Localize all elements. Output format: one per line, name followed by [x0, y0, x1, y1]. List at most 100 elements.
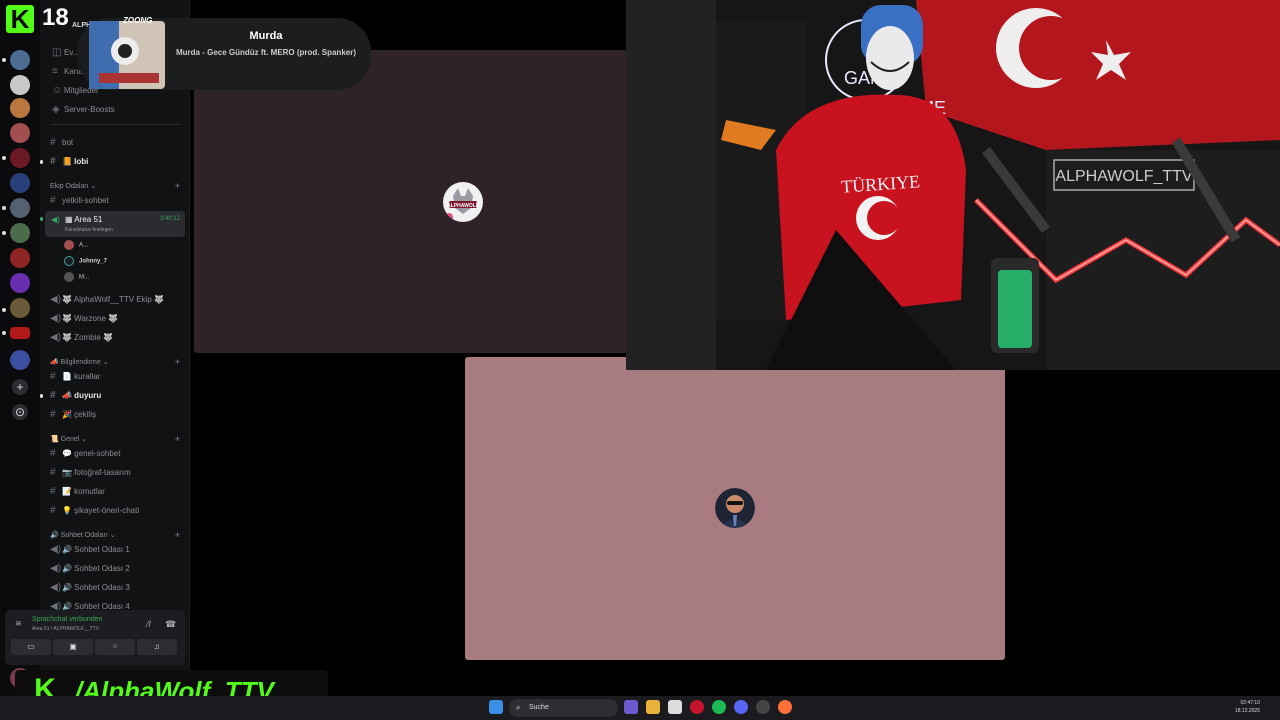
avatar: [64, 240, 74, 250]
voice-user[interactable]: A...: [64, 240, 88, 250]
spotify-icon[interactable]: [712, 700, 726, 714]
add-channel-icon[interactable]: +: [175, 434, 180, 444]
channel-duyuru[interactable]: # 📣 duyuru: [50, 388, 190, 404]
unread-dot: [2, 331, 6, 335]
firefox-icon[interactable]: [778, 700, 792, 714]
channel-yetkili[interactable]: # yetkili-sohbet: [50, 193, 190, 209]
opera-icon[interactable]: [690, 700, 704, 714]
channel-bot[interactable]: # bot: [50, 135, 190, 151]
avatar: [64, 272, 74, 282]
boost-icon: ◈: [52, 104, 60, 115]
soundboard-button[interactable]: ♫: [137, 639, 177, 655]
members-icon: ☺: [52, 85, 63, 96]
category-ekip[interactable]: Ekip Odaları ⌄ +: [50, 181, 180, 191]
channel-komutlar[interactable]: # 📝 komutlar: [50, 484, 190, 500]
channel-lobi[interactable]: # 📙 lobi: [50, 154, 190, 170]
server-icon[interactable]: [10, 198, 30, 218]
kick-logo-icon: K: [6, 5, 34, 33]
voice-channel[interactable]: ◀)🔊 Sohbet Odası 1: [50, 542, 190, 558]
voice-channel[interactable]: ◀)🔊 Sohbet Odası 2: [50, 561, 190, 577]
teams-icon[interactable]: [624, 700, 638, 714]
active-voice-channel[interactable]: ◀) ▦ Area 51 3:40:12 Kanalstatus festleg…: [45, 211, 185, 237]
divider: [50, 124, 180, 125]
webcam-feed: ALPHAWOLF_TTV GAME IME TÜRKIYE: [626, 0, 1280, 370]
category-sohbet[interactable]: 🔊 Sohbet Odaları ⌄ +: [50, 530, 180, 540]
server-icon[interactable]: [10, 75, 30, 95]
explorer-icon[interactable]: [646, 700, 660, 714]
disconnect-icon[interactable]: ☎: [165, 619, 176, 630]
server-icon[interactable]: [10, 350, 30, 370]
discover-icon[interactable]: ⊙: [12, 404, 28, 420]
server-icon[interactable]: [10, 173, 30, 193]
channel-status[interactable]: Kanalstatus festlegen: [65, 227, 113, 233]
participant-avatar: ALPHAWOLF: [443, 182, 483, 222]
server-icon[interactable]: [10, 273, 30, 293]
channel-area51: ▦ Area 51: [65, 215, 103, 224]
age-badge: 18: [42, 4, 69, 31]
unread-dot: [40, 217, 43, 221]
noise-suppression-icon[interactable]: ⁄/: [147, 619, 151, 629]
list-icon: ≡: [52, 66, 58, 77]
search-icon: ⌕: [516, 703, 521, 712]
unread-dot: [2, 156, 6, 160]
server-icon[interactable]: [10, 248, 30, 268]
windows-start-icon[interactable]: [489, 700, 503, 714]
voice-status[interactable]: Sprachchat verbunden: [32, 616, 102, 623]
server-icon[interactable]: [10, 327, 30, 339]
server-icon[interactable]: [10, 148, 30, 168]
server-rail: + ⊙: [0, 0, 40, 696]
voice-channel[interactable]: ◀)🐺 Zombie 🐺: [50, 330, 190, 346]
channel-fotograf[interactable]: # 📷 fotoğraf-tasarım: [50, 465, 190, 481]
cover-text: ZOONG: [122, 16, 152, 25]
obs-icon[interactable]: [756, 700, 770, 714]
category-bilgi[interactable]: 📣 Bilgilendirme ⌄ +: [50, 357, 180, 367]
server-icon[interactable]: [10, 50, 30, 70]
unread-dot: [2, 206, 6, 210]
calendar-icon: ◫: [52, 47, 62, 58]
taskbar: [0, 696, 1280, 720]
voice-channel[interactable]: ◀)🐺 AlphaWolf__TTV Ekip 🐺: [50, 292, 190, 308]
speaker-icon: ◀): [51, 215, 60, 224]
unread-dot: [2, 308, 6, 312]
channel-cekilis[interactable]: # 🎉 çekiliş: [50, 407, 190, 423]
voice-channel[interactable]: ◀)🐺 Warzone 🐺: [50, 311, 190, 327]
screenshare-button[interactable]: ▣: [53, 639, 93, 655]
voice-channel[interactable]: ◀)🔊 Sohbet Odası 3: [50, 580, 190, 596]
add-channel-icon[interactable]: +: [175, 181, 180, 191]
speaker-icon: ◀): [50, 544, 62, 555]
server-icon[interactable]: [10, 223, 30, 243]
voice-user[interactable]: M...: [64, 272, 89, 282]
clock[interactable]: 02:47:10 18.12.2025: [1235, 699, 1260, 715]
sidebar-item-boosts[interactable]: ◈ Server-Boosts: [52, 102, 192, 118]
add-channel-icon[interactable]: +: [175, 530, 180, 540]
track-subtitle: Murda - Gece Gündüz ft. MERO (prod. Span…: [175, 48, 356, 57]
discord-icon[interactable]: [734, 700, 748, 714]
activities-button[interactable]: ⁘: [95, 639, 135, 655]
channel-genel-sohbet[interactable]: # 💬 genel-sohbet: [50, 446, 190, 462]
server-icon[interactable]: [10, 123, 30, 143]
participant-tile[interactable]: ALPHAWOLF: [194, 50, 627, 353]
category-genel[interactable]: 📜 Genel ⌄ +: [50, 434, 180, 444]
unread-dot: [40, 160, 43, 164]
participant-avatar: [715, 488, 755, 528]
unread-dot: [2, 58, 6, 62]
speaker-icon: ◀): [50, 313, 62, 324]
album-cover: ZOONG: [83, 11, 169, 91]
add-server-icon[interactable]: +: [12, 379, 28, 395]
channel-sidebar: ALPHA ◫ Ev... ≡ Kana... ☺ Mitglieder ◈ Serve…: [40, 0, 190, 696]
wall-sign-text: ALPHAWOLF_TTV: [1055, 168, 1193, 185]
store-icon[interactable]: [668, 700, 682, 714]
server-icon[interactable]: [10, 298, 30, 318]
server-icon[interactable]: [10, 98, 30, 118]
track-title: Murda: [249, 30, 283, 42]
speaker-icon: ◀): [50, 582, 62, 593]
voice-timer: 3:40:12: [159, 216, 180, 222]
participant-tile[interactable]: [465, 357, 1005, 660]
signal-icon[interactable]: ≋: [15, 619, 22, 628]
channel-kurallar[interactable]: # 📄 kurallar: [50, 369, 190, 385]
voice-user[interactable]: Johnny_7: [64, 256, 107, 266]
taskbar-search[interactable]: ⌕ Suche: [509, 699, 618, 717]
channel-sikayet[interactable]: # 💡 şikayet-öneri-chati: [50, 503, 190, 519]
camera-button[interactable]: ▭: [11, 639, 51, 655]
add-channel-icon[interactable]: +: [175, 357, 180, 367]
